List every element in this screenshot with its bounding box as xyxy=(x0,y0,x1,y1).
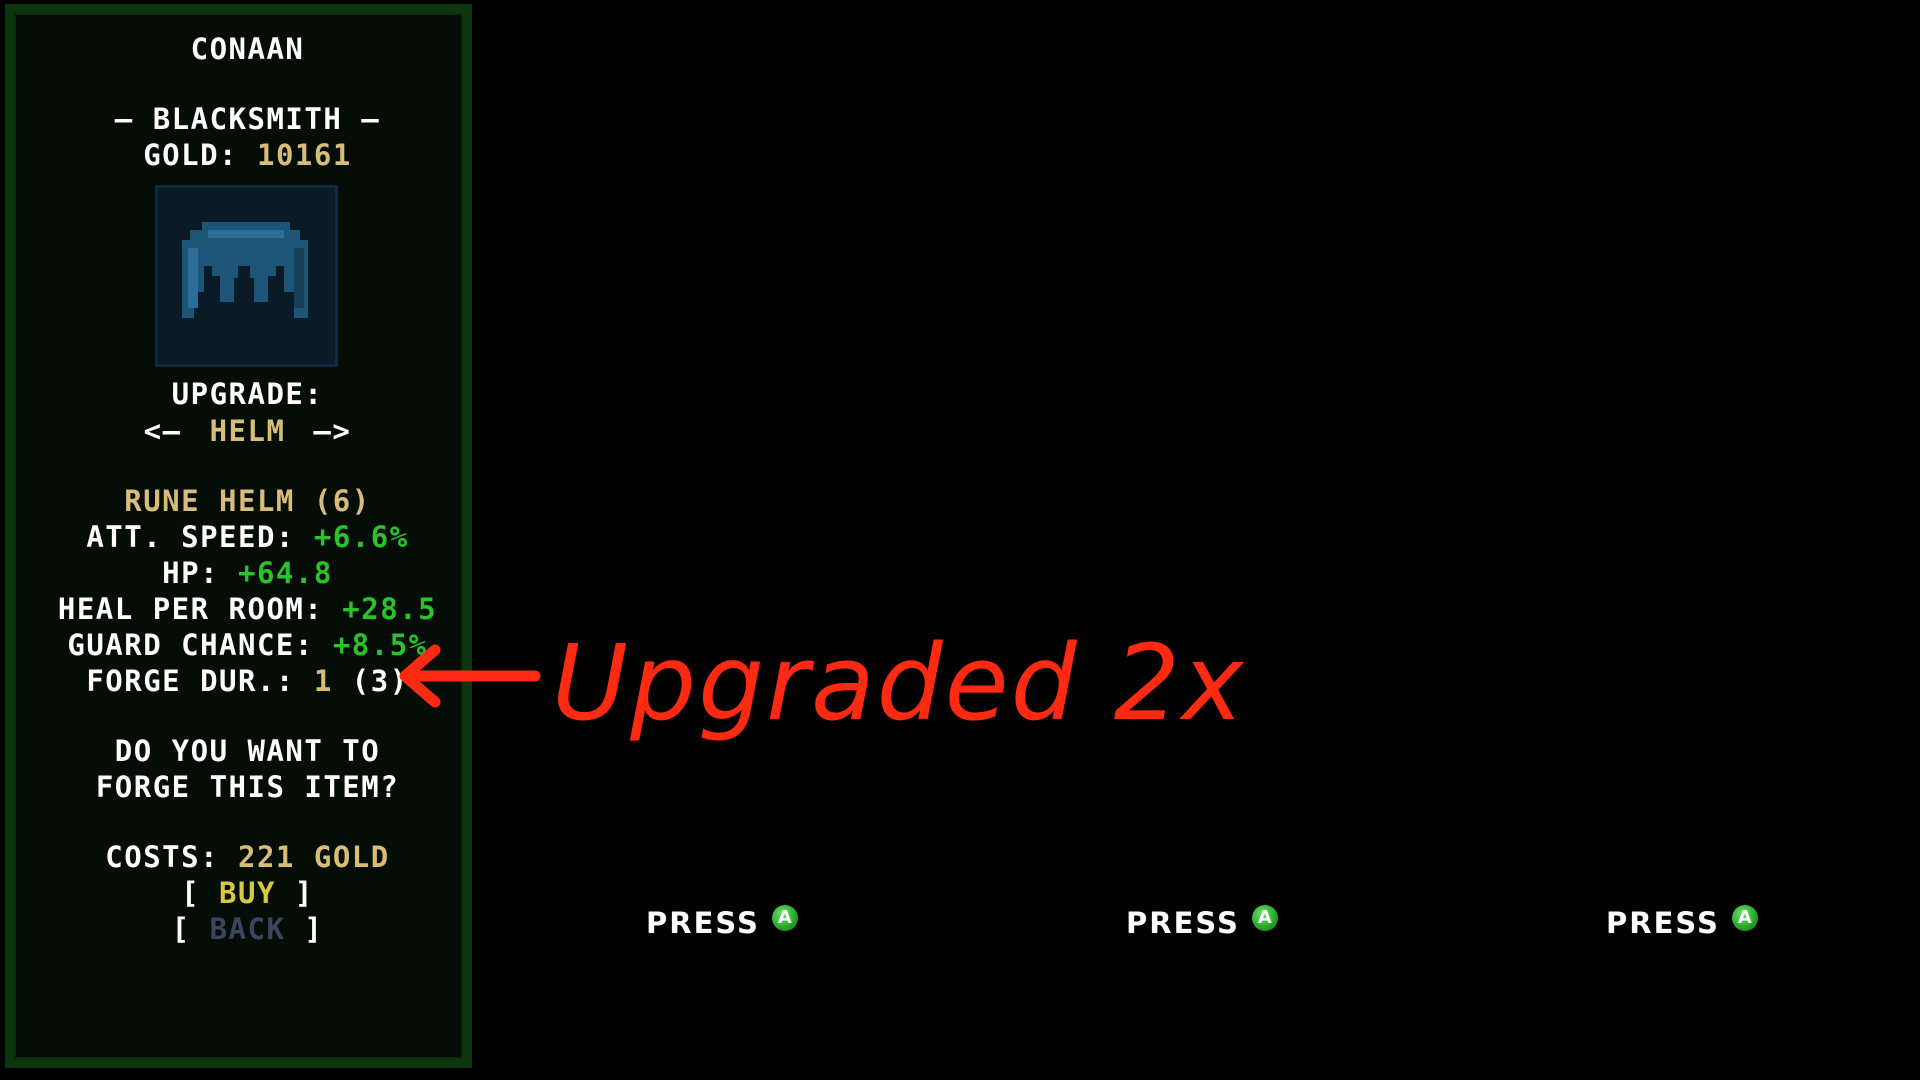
shop-title: – BLACKSMITH – xyxy=(114,102,381,136)
stat-label: GUARD CHANCE: xyxy=(67,628,314,662)
stat-row: ATT. SPEED: +6.6% xyxy=(14,519,481,555)
buy-bracket-close: ] xyxy=(294,876,314,910)
back-bracket-open: [ xyxy=(171,912,191,946)
blacksmith-panel: CONAAN – BLACKSMITH – GOLD: 10161 UPGRAD… xyxy=(5,4,472,1068)
player-4-join-prompt[interactable]: PRESS A xyxy=(1606,905,1758,941)
annotation-arrow xyxy=(399,644,541,708)
previous-slot-arrow[interactable]: <– xyxy=(144,413,182,449)
character-name: CONAAN xyxy=(190,32,305,66)
stat-row: HEAL PER ROOM: +28.5 xyxy=(14,591,481,627)
upgrade-slot-name: HELM xyxy=(209,414,286,448)
press-label: PRESS xyxy=(1606,906,1720,940)
helm-sprite xyxy=(158,188,335,364)
upgrade-selector: <– HELM –> xyxy=(14,413,481,449)
stat-row: HP: +64.8 xyxy=(14,555,481,591)
gold-label: GOLD: xyxy=(143,138,239,172)
a-button-icon: A xyxy=(771,905,798,931)
player-3-join-prompt[interactable]: PRESS A xyxy=(1126,905,1278,941)
back-bracket-close: ] xyxy=(304,912,324,946)
forge-value: 1 xyxy=(313,664,333,698)
next-slot-arrow[interactable]: –> xyxy=(313,413,351,449)
costs-row: COSTS: 221 GOLD xyxy=(14,839,481,875)
stat-value: +64.8 xyxy=(238,556,333,590)
forge-label: FORGE DUR.: xyxy=(86,664,295,698)
gold-amount: 10161 xyxy=(256,138,352,172)
forge-question-line-1: DO YOU WANT TO xyxy=(114,734,381,768)
item-name: RUNE HELM (6) xyxy=(124,484,371,518)
gold-row: GOLD: 10161 xyxy=(14,137,481,173)
stat-label: HP: xyxy=(162,556,220,590)
press-label: PRESS xyxy=(646,906,760,940)
stat-label: ATT. SPEED: xyxy=(86,520,295,554)
player-2-join-prompt[interactable]: PRESS A xyxy=(646,905,798,941)
upgrade-label: UPGRADE: xyxy=(171,377,324,411)
costs-value: 221 GOLD xyxy=(238,840,390,874)
stat-value: +6.6% xyxy=(313,520,409,554)
back-label: BACK xyxy=(209,912,286,946)
back-button[interactable]: [ BACK ] xyxy=(14,911,481,947)
buy-bracket-open: [ xyxy=(181,876,201,910)
press-label: PRESS xyxy=(1126,906,1240,940)
stat-value: +28.5 xyxy=(342,592,438,626)
a-button-icon: A xyxy=(1251,905,1278,931)
stat-label: HEAL PER ROOM: xyxy=(57,592,324,626)
buy-label: BUY xyxy=(219,876,276,910)
helm-icon xyxy=(155,185,338,367)
buy-button[interactable]: [ BUY ] xyxy=(14,875,481,911)
a-button-icon: A xyxy=(1731,905,1758,931)
costs-label: COSTS: xyxy=(105,840,220,874)
forge-question-line-2: FORGE THIS ITEM? xyxy=(95,770,400,804)
annotation-text: Upgraded 2x xyxy=(552,622,1246,744)
